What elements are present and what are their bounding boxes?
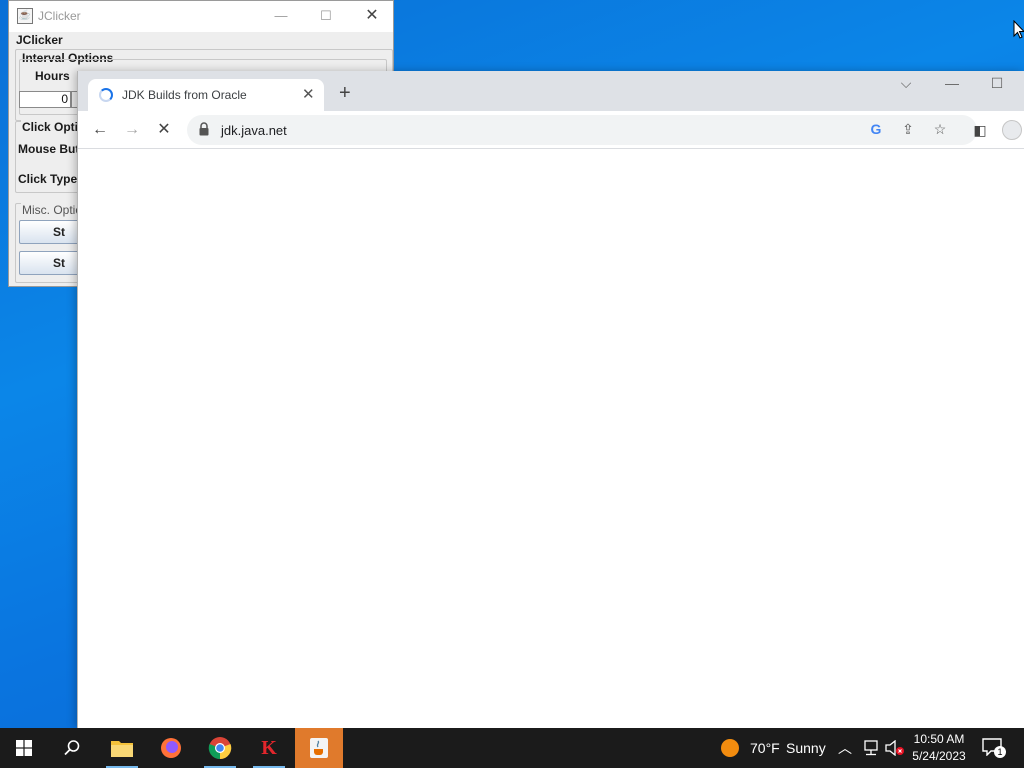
bookmark-star-icon[interactable]: ☆ (930, 121, 950, 138)
tab-search-chevron-icon[interactable]: ⌵ (886, 75, 926, 92)
start-button[interactable] (0, 728, 48, 768)
kaspersky-icon: K (261, 736, 277, 759)
java-app[interactable] (295, 728, 343, 768)
address-bar[interactable]: jdk.java.net G ⇪ ☆ (187, 115, 977, 145)
clock-time: 10:50 AM (913, 732, 965, 746)
close-button[interactable]: ✕ (349, 1, 395, 32)
maximize-button[interactable]: ☐ (303, 1, 349, 32)
java-app-icon: ☕ (17, 8, 33, 24)
java-icon (310, 738, 328, 758)
click-type-label: Click Type: (18, 172, 82, 186)
search-button[interactable] (48, 728, 96, 768)
page-content (78, 150, 1024, 728)
minimize-button[interactable]: — (258, 1, 304, 32)
weather-description[interactable]: Sunny (786, 740, 826, 756)
tab-jdk-builds[interactable]: JDK Builds from Oracle ✕ (88, 79, 324, 111)
firefox-icon (161, 738, 181, 758)
jclicker-title: JClicker (38, 9, 81, 23)
hours-label: Hours (35, 69, 70, 83)
volume-muted-icon[interactable] (885, 740, 905, 756)
google-lens-icon[interactable]: G (866, 121, 886, 137)
back-arrow-icon[interactable]: ← (89, 119, 111, 141)
mouse-cursor-icon (1013, 20, 1024, 39)
side-panel-icon[interactable]: ◧ (969, 119, 991, 141)
share-icon[interactable]: ⇪ (898, 121, 918, 138)
kaspersky-app[interactable]: K (245, 728, 293, 768)
chrome-icon (208, 737, 232, 760)
show-hidden-icons-chevron-icon[interactable]: ︿ (838, 738, 852, 758)
forward-arrow-icon[interactable]: → (121, 119, 143, 141)
browser-minimize-button[interactable]: — (932, 75, 972, 91)
windows-logo-icon (16, 740, 32, 756)
browser-toolbar: ← → ✕ jdk.java.net G ⇪ ☆ ◧ (78, 111, 1024, 149)
misc-options-label: Misc. Optio (21, 203, 84, 217)
tab-close-icon[interactable]: ✕ (302, 85, 315, 103)
clock[interactable]: 10:50 AM 5/24/2023 (906, 731, 972, 765)
search-icon (64, 740, 80, 756)
hours-input[interactable]: 0 (19, 91, 71, 108)
tab-title: JDK Builds from Oracle (122, 88, 247, 102)
profile-avatar-icon[interactable] (1002, 120, 1022, 140)
network-icon[interactable] (862, 740, 880, 756)
weather-sun-icon (721, 739, 739, 757)
loading-spinner-icon (99, 88, 113, 102)
new-tab-button[interactable]: + (339, 83, 351, 103)
weather-temperature[interactable]: 70°F (750, 740, 780, 756)
jclicker-titlebar[interactable]: ☕ JClicker — ☐ ✕ (9, 1, 393, 32)
mouse-button-label: Mouse But (18, 142, 80, 156)
firefox-app[interactable] (147, 728, 195, 768)
tab-strip: JDK Builds from Oracle ✕ + ⌵ — ☐ (78, 71, 1024, 111)
url-text: jdk.java.net (221, 123, 287, 138)
browser-maximize-button[interactable]: ☐ (977, 75, 1017, 92)
taskbar: K 70°F Sunny ︿ 10:50 AM 5/24/2023 1 (0, 728, 1024, 768)
file-explorer-app[interactable] (98, 728, 146, 768)
stop-loading-icon[interactable]: ✕ (153, 119, 175, 141)
browser-window: JDK Builds from Oracle ✕ + ⌵ — ☐ ← → ✕ j… (77, 71, 1024, 728)
folder-icon (111, 741, 133, 757)
lock-icon (199, 122, 209, 136)
clock-date: 5/24/2023 (912, 749, 966, 763)
jclicker-heading: JClicker (16, 33, 63, 47)
chrome-app[interactable] (196, 728, 244, 768)
action-center-button[interactable]: 1 (982, 738, 1006, 758)
notification-count-badge: 1 (994, 746, 1006, 758)
